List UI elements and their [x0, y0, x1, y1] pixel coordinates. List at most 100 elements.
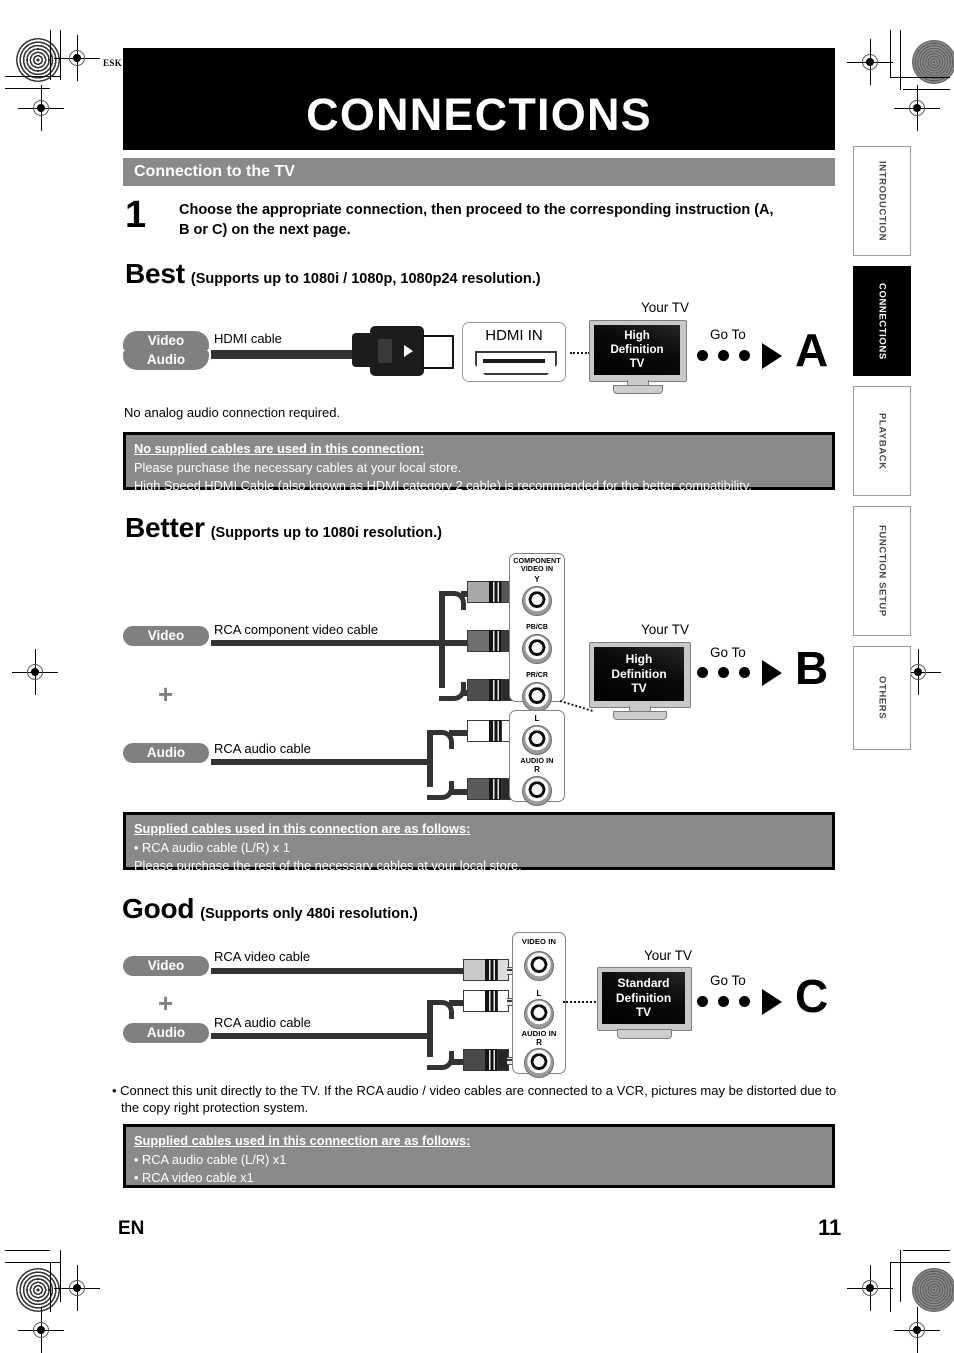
best-heading-group: Best (Supports up to 1080i / 1080p, 1080p… [125, 258, 541, 290]
best-video-pill: Video [123, 331, 209, 351]
better-tv-line2: Definition [611, 666, 667, 681]
best-connection-dots [570, 352, 590, 354]
jack-label-pb: PB/CB [526, 624, 548, 631]
jack-label-pr: PR/CR [526, 672, 548, 679]
page-title: CONNECTIONS [306, 89, 652, 140]
jack-pr [522, 682, 552, 712]
component-panel-title: COMPONENT VIDEO IN [510, 556, 564, 573]
good-tv-graphic: Standard Definition TV [597, 967, 692, 1039]
rca-plug-good-l [463, 990, 521, 1012]
good-your-tv-label: Your TV [644, 948, 693, 963]
best-hdmi-wire [211, 350, 363, 359]
good-infobox: Supplied cables used in this connection … [123, 1124, 835, 1188]
best-option-letter: A [795, 324, 829, 376]
good-jack-r [524, 1048, 554, 1078]
sidebar-tab-function-setup[interactable]: Function Setup [853, 506, 911, 636]
better-arrow-triangle [762, 660, 782, 686]
best-arrow-dots [697, 350, 767, 362]
good-tv-line1: Standard [617, 976, 670, 991]
rca-plug-video [463, 959, 521, 981]
best-infobox-line2: High Speed HDMI Cable (also known as HDM… [134, 478, 752, 494]
good-video-pill: Video [123, 956, 209, 976]
better-infobox: Supplied cables used in this connection … [123, 812, 835, 874]
good-infobox-heading: Supplied cables used in this connection … [134, 1133, 471, 1148]
better-heading: Better [125, 512, 205, 543]
better-jack-label-l: L [534, 714, 540, 723]
good-jack-label-l: L [536, 989, 542, 998]
best-tv-line1: High [624, 329, 650, 342]
better-audio-pill: Audio [123, 743, 209, 763]
good-tv-screen-text: Standard Definition TV [616, 976, 671, 1020]
better-your-tv-label: Your TV [641, 622, 690, 637]
better-audio-cable-label: RCA audio cable [214, 741, 311, 756]
better-tv-screen-text: High Definition TV [611, 652, 666, 696]
best-go-to-label: Go To [710, 327, 746, 342]
best-infobox-line1: Please purchase the necessary cables at … [134, 459, 462, 475]
better-option-letter: B [795, 642, 829, 694]
rca-plug-good-r [463, 1049, 521, 1071]
best-note: No analog audio connection required. [124, 405, 341, 420]
better-jack-l [522, 725, 552, 755]
sidebar-tab-connections[interactable]: Connections [853, 266, 911, 376]
jack-y [522, 586, 552, 616]
better-video-trunk-wire [211, 640, 445, 646]
footer-language: EN [118, 1218, 145, 1239]
hdmi-slot-inner [483, 359, 545, 363]
best-infobox: No supplied cables are used in this conn… [123, 432, 835, 494]
better-plus-symbol: + [158, 679, 174, 709]
better-go-to-label: Go To [710, 645, 746, 660]
good-plus-symbol: + [158, 988, 174, 1018]
good-audio-trunk-wire [211, 1033, 433, 1039]
jack-label-y: Y [534, 575, 540, 584]
good-go-to-label: Go To [710, 973, 746, 988]
better-video-pill: Video [123, 626, 209, 646]
section-title: Connection to the TV [134, 163, 295, 180]
good-subheading: (Supports only 480i resolution.) [200, 906, 418, 922]
plate-code-label: ESK [103, 58, 123, 68]
good-video-in-title: VIDEO IN [521, 937, 557, 946]
better-tv-line3: TV [631, 681, 647, 696]
chapter-banner: CONNECTIONS [123, 48, 835, 150]
good-tv-line3: TV [635, 1005, 652, 1020]
better-tv-graphic: High Definition TV [589, 642, 691, 720]
better-audio-trunk-wire [211, 759, 433, 765]
hdmi-in-label: HDMI IN [485, 327, 543, 344]
sidebar-tab-introduction[interactable]: Introduction [853, 146, 911, 256]
sidebar-tab-connections-label: Connections [876, 282, 888, 360]
good-heading: Good [122, 893, 195, 924]
best-subheading: (Supports up to 1080i / 1080p, 1080p24 r… [190, 271, 541, 287]
step-instruction-text: Choose the appropriate connection, then … [179, 202, 774, 238]
best-tv-line3: TV [629, 358, 645, 370]
sidebar-tab-playback[interactable]: Playback [853, 386, 911, 496]
good-infobox-line2: • RCA video cable x1 [134, 1170, 254, 1186]
section-header-bar: Connection to the TV [123, 158, 835, 186]
good-video-cable-label: RCA video cable [214, 949, 311, 964]
better-subheading: (Supports up to 1080i resolution.) [210, 525, 442, 541]
component-video-in-panel: COMPONENT VIDEO IN Y PB/CB PR/CR [509, 553, 565, 712]
hdmi-in-port: HDMI IN [462, 322, 566, 382]
good-jack-video [524, 951, 554, 981]
good-tv-line2: Definition [615, 990, 672, 1005]
better-jack-label-r: R [534, 765, 540, 774]
good-infobox-line1: • RCA audio cable (L/R) x1 [134, 1151, 287, 1167]
best-tv-screen-text: High Definition TV [610, 329, 663, 371]
sidebar-tab-others[interactable]: Others [853, 646, 911, 750]
good-video-wire [211, 968, 469, 974]
good-audio-pill: Audio [123, 1023, 209, 1043]
best-your-tv-label: Your TV [641, 300, 690, 315]
hdmi-plug-graphic [352, 326, 454, 382]
better-arrow-dots [697, 667, 767, 679]
good-av-in-panel: VIDEO IN L AUDIO IN R [512, 932, 566, 1078]
better-jack-r [522, 776, 552, 806]
sidebar-tab-playback-label: Playback [876, 412, 888, 470]
sidebar-tab-introduction-label: Introduction [876, 160, 888, 242]
better-infobox-line2: Please purchase the rest of the necessar… [134, 858, 522, 874]
best-infobox-heading: No supplied cables are used in this conn… [134, 441, 425, 456]
good-arrow-dots [697, 996, 767, 1008]
best-audio-pill: Audio [123, 350, 209, 370]
step-number: 1 [125, 194, 147, 236]
better-tv-line1: High [625, 652, 653, 667]
good-jack-l [524, 999, 554, 1029]
hdmi-slot-icon [475, 351, 557, 375]
good-jack-label-r: R [536, 1038, 542, 1047]
